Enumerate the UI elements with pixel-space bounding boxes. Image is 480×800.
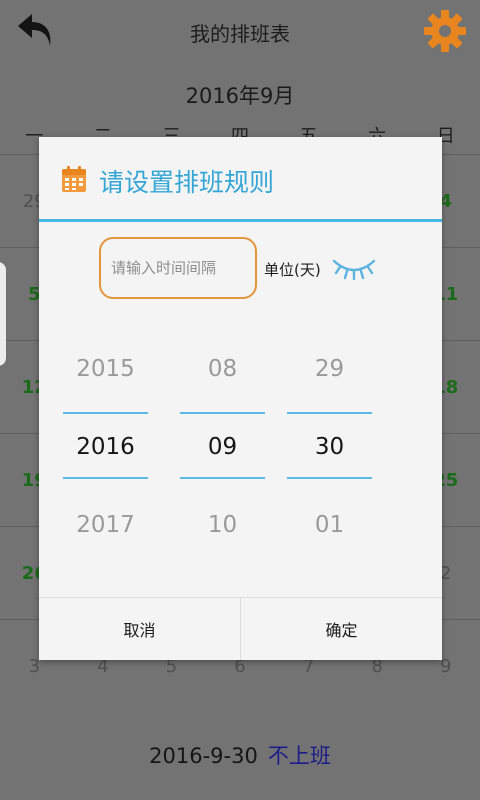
year-option-next[interactable]: 2017 xyxy=(63,512,148,538)
month-picker[interactable]: 08 09 10 xyxy=(180,332,265,542)
side-drawer-handle[interactable] xyxy=(0,262,6,366)
dialog-title: 请设置排班规则 xyxy=(99,168,275,197)
gear-icon[interactable] xyxy=(420,6,470,56)
selected-day-status: 2016-9-30 不上班 xyxy=(0,740,480,770)
schedule-rule-dialog: 请设置排班规则 单位(天) 2015 2016 2017 08 09 10 xyxy=(39,137,442,660)
month-option-next[interactable]: 10 xyxy=(180,512,265,538)
eye-closed-icon[interactable] xyxy=(331,253,377,283)
unit-label: 单位(天) xyxy=(264,261,321,279)
shift-state: 不上班 xyxy=(267,744,331,768)
picker-divider xyxy=(287,412,372,414)
year-picker[interactable]: 2015 2016 2017 xyxy=(63,332,148,542)
dialog-buttons: 取消 确定 xyxy=(39,597,442,660)
picker-divider xyxy=(63,412,148,414)
month-option-selected[interactable]: 09 xyxy=(180,434,265,460)
day-picker[interactable]: 29 30 01 xyxy=(287,332,372,542)
day-option-selected[interactable]: 30 xyxy=(287,434,372,460)
selected-date: 2016-9-30 xyxy=(149,744,258,768)
picker-divider xyxy=(63,477,148,479)
header-divider xyxy=(39,219,442,222)
month-title: 2016年9月 xyxy=(185,84,295,108)
year-option-selected[interactable]: 2016 xyxy=(63,434,148,460)
picker-divider xyxy=(287,477,372,479)
interval-input[interactable] xyxy=(99,237,257,299)
picker-divider xyxy=(180,412,265,414)
confirm-button[interactable]: 确定 xyxy=(241,598,442,660)
year-option-prev[interactable]: 2015 xyxy=(63,356,148,382)
day-option-next[interactable]: 01 xyxy=(287,512,372,538)
cancel-button[interactable]: 取消 xyxy=(39,598,240,660)
dialog-header: 请设置排班规则 xyxy=(39,137,442,222)
day-option-prev[interactable]: 29 xyxy=(287,356,372,382)
calendar-icon xyxy=(61,165,87,193)
picker-divider xyxy=(180,477,265,479)
page-title: 我的排班表 xyxy=(190,22,290,46)
month-option-prev[interactable]: 08 xyxy=(180,356,265,382)
top-bar: 我的排班表 xyxy=(0,0,480,64)
